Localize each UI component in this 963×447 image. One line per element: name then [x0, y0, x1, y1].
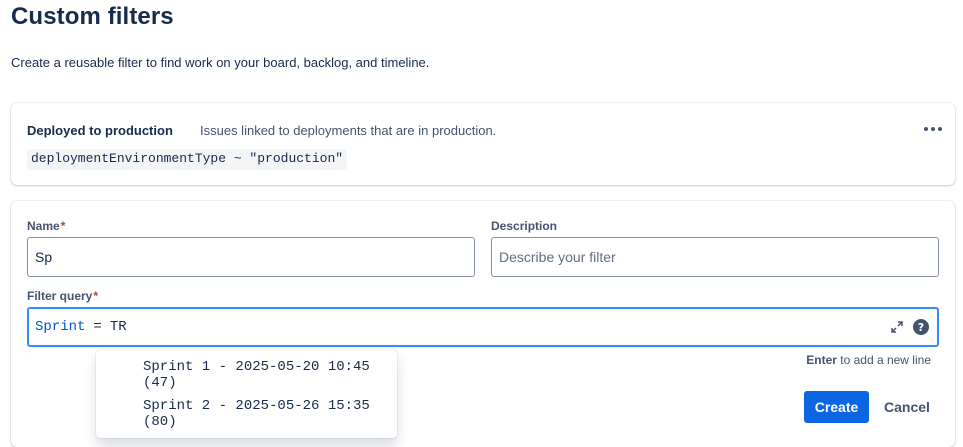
hint-key: Enter — [806, 353, 837, 367]
question-circle-icon[interactable]: ? — [913, 319, 929, 335]
description-label: Description — [491, 219, 558, 233]
query-keyword: Sprint — [35, 319, 86, 335]
more-horizontal-icon — [931, 127, 935, 131]
existing-filter-card: Deployed to production Issues linked to … — [11, 103, 955, 185]
name-field[interactable]: Sp — [27, 237, 475, 277]
filter-name: Deployed to production — [27, 123, 173, 138]
required-mark: * — [60, 219, 66, 233]
filter-query-input[interactable]: Sprint = TR ? — [27, 307, 939, 347]
page-description: Create a reusable filter to find work on… — [11, 55, 430, 70]
filter-query-code: deploymentEnvironmentType ~ "production" — [27, 149, 348, 170]
filter-query-label-text: Filter query — [27, 289, 93, 303]
suggestion-item[interactable]: Sprint 2 - 2025-05-26 15:35 (80) — [96, 394, 397, 433]
description-field[interactable]: Describe your filter — [491, 237, 939, 277]
expand-icon[interactable] — [889, 319, 905, 335]
cancel-button[interactable]: Cancel — [877, 391, 937, 423]
name-label: Name* — [27, 219, 65, 233]
name-label-text: Name — [27, 219, 60, 233]
enter-hint: Enter to add a new line — [806, 353, 931, 367]
filter-query-label: Filter query* — [27, 289, 98, 303]
autocomplete-dropdown: Sprint 1 - 2025-05-20 10:45 (47) Sprint … — [96, 350, 397, 438]
filter-description: Issues linked to deployments that are in… — [200, 123, 497, 138]
more-horizontal-icon — [938, 127, 942, 131]
page-title: Custom filters — [11, 3, 174, 30]
query-value: TR — [109, 319, 127, 335]
create-button[interactable]: Create — [804, 391, 869, 423]
required-mark: * — [93, 289, 99, 303]
more-horizontal-icon — [924, 127, 928, 131]
suggestion-item[interactable]: Sprint 1 - 2025-05-20 10:45 (47) — [96, 355, 397, 394]
query-operator: = — [93, 319, 102, 335]
more-actions-button[interactable] — [921, 119, 945, 139]
hint-text: to add a new line — [836, 353, 931, 367]
